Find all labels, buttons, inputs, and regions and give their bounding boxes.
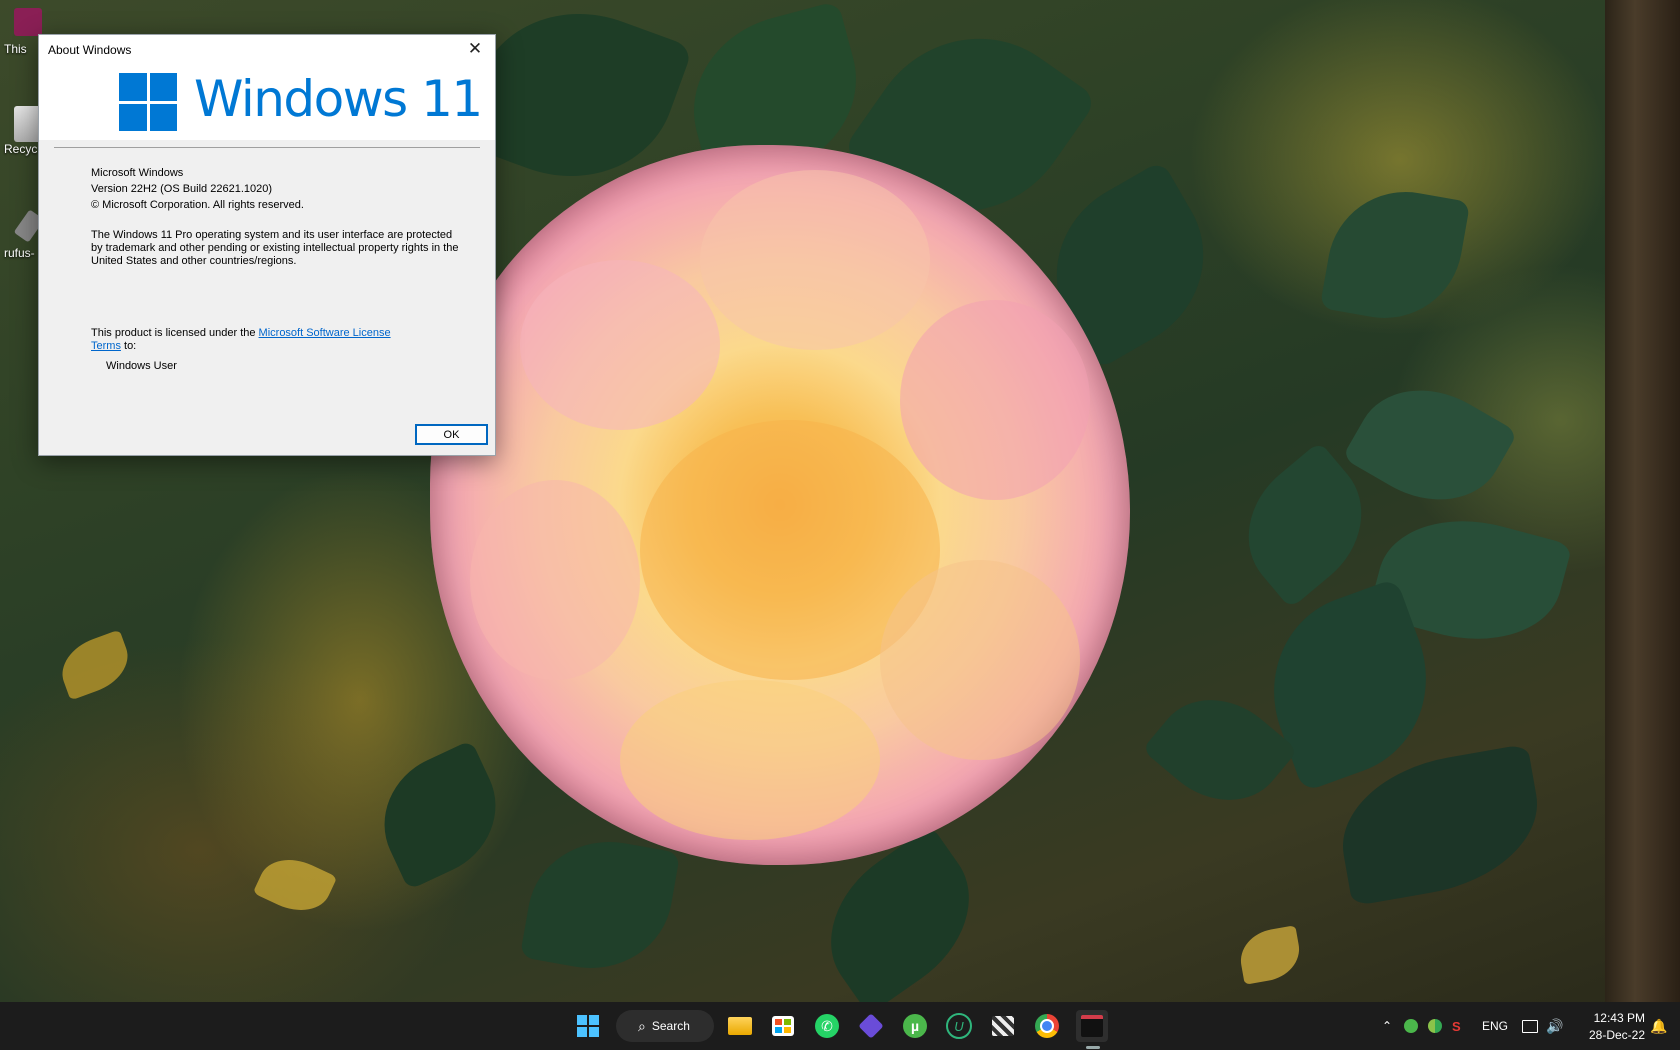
security-app-tray-icon: S <box>1452 1018 1461 1034</box>
wallpaper-petal <box>900 300 1090 500</box>
tray-security-app[interactable]: S <box>1452 1002 1461 1050</box>
wallpaper-leaf <box>1341 362 1519 528</box>
windows-banner: Windows 11 <box>39 63 495 140</box>
u-app-icon: U <box>946 1013 972 1039</box>
banner-divider <box>54 147 480 148</box>
tray-utorrent[interactable] <box>1404 1002 1418 1050</box>
license-suffix: to: <box>120 340 137 352</box>
notification-center-button[interactable]: 🔔 <box>1650 1002 1667 1050</box>
wallpaper-leaf <box>252 847 338 923</box>
clapper-app-icon <box>992 1016 1014 1036</box>
network-app-tray-icon <box>1428 1019 1442 1033</box>
start-icon <box>577 1015 599 1037</box>
wallpaper-tree-trunk <box>1605 0 1680 1002</box>
search-icon: ⌕ <box>638 1017 646 1034</box>
taskbar-whatsapp[interactable]: ✆ <box>811 1010 843 1042</box>
terminal-icon <box>1081 1015 1103 1037</box>
license-prefix: This product is licensed under the <box>91 327 259 339</box>
taskbar-terminal[interactable] <box>1076 1010 1108 1042</box>
network-icon <box>1522 1019 1538 1033</box>
copyright-text: © Microsoft Corporation. All rights rese… <box>91 199 304 211</box>
file-explorer-icon <box>728 1017 752 1035</box>
tray-network[interactable] <box>1522 1002 1538 1050</box>
license-statement: This product is licensed under the Micro… <box>91 327 411 353</box>
product-name: Microsoft Windows <box>91 167 184 179</box>
taskbar-microsoft-store[interactable] <box>767 1010 799 1042</box>
cube-app-icon <box>858 1013 884 1039</box>
close-button[interactable]: ✕ <box>455 35 495 63</box>
windows-logo-text: Windows 11 <box>194 70 483 128</box>
wallpaper-leaf <box>1319 179 1471 331</box>
licensed-user: Windows User <box>106 360 177 372</box>
utorrent-tray-icon <box>1404 1019 1418 1033</box>
notification-bell-icon: 🔔 <box>1650 1017 1668 1034</box>
utorrent-icon: µ <box>903 1014 927 1038</box>
taskbar-search[interactable]: ⌕ Search <box>616 1010 714 1042</box>
dialog-title: About Windows <box>48 43 132 57</box>
dialog-titlebar[interactable]: About Windows ✕ <box>39 35 495 63</box>
about-windows-dialog: About Windows ✕ Windows 11 Microsoft Win… <box>38 34 496 456</box>
wallpaper-leaf <box>1236 925 1304 985</box>
windows-logo-icon <box>119 73 177 131</box>
tray-overflow-button[interactable]: ⌃ <box>1382 1002 1392 1050</box>
wallpaper-petal <box>520 260 720 430</box>
clock-date: 28-Dec-22 <box>1588 1028 1645 1042</box>
wallpaper-petal <box>880 560 1080 760</box>
this-pc-icon <box>14 8 42 36</box>
version-info: Microsoft Windows Version 22H2 (OS Build… <box>91 165 304 213</box>
wallpaper-petal <box>620 680 880 840</box>
taskbar-utorrent[interactable]: µ <box>899 1010 931 1042</box>
microsoft-store-icon <box>772 1016 794 1036</box>
whatsapp-icon: ✆ <box>815 1014 839 1038</box>
taskbar: ⌕ Search ✆ µ U ⌃ S ENG 🔊 12:43 PM 28-Dec… <box>0 1002 1680 1050</box>
wallpaper-leaf <box>53 629 137 701</box>
chevron-up-icon: ⌃ <box>1382 1019 1393 1033</box>
volume-icon: 🔊 <box>1546 1017 1564 1034</box>
wallpaper-petal <box>700 170 930 350</box>
close-icon: ✕ <box>467 39 483 58</box>
tray-network-app[interactable] <box>1428 1002 1442 1050</box>
input-language[interactable]: ENG <box>1482 1002 1508 1050</box>
taskbar-chrome[interactable] <box>1031 1010 1063 1042</box>
chrome-icon <box>1035 1014 1059 1038</box>
wallpaper-leaf <box>519 828 681 982</box>
taskbar-cube-app[interactable] <box>855 1010 887 1042</box>
taskbar-clapper-app[interactable] <box>987 1010 1019 1042</box>
wallpaper-petal <box>470 480 640 680</box>
ok-button[interactable]: OK <box>415 424 488 445</box>
language-indicator: ENG <box>1482 1019 1509 1033</box>
taskbar-clock[interactable]: 12:43 PM 28-Dec-22 <box>1575 1010 1645 1044</box>
legal-notice: The Windows 11 Pro operating system and … <box>91 229 459 267</box>
wallpaper-leaf <box>362 739 518 891</box>
active-app-indicator <box>1086 1046 1100 1049</box>
version-text: Version 22H2 (OS Build 22621.1020) <box>91 183 273 195</box>
taskbar-u-app[interactable]: U <box>943 1010 975 1042</box>
taskbar-file-explorer[interactable] <box>724 1010 756 1042</box>
start-button[interactable] <box>572 1010 604 1042</box>
tray-volume[interactable]: 🔊 <box>1546 1002 1563 1050</box>
search-label: Search <box>651 1019 690 1033</box>
clock-time: 12:43 PM <box>1593 1011 1645 1025</box>
